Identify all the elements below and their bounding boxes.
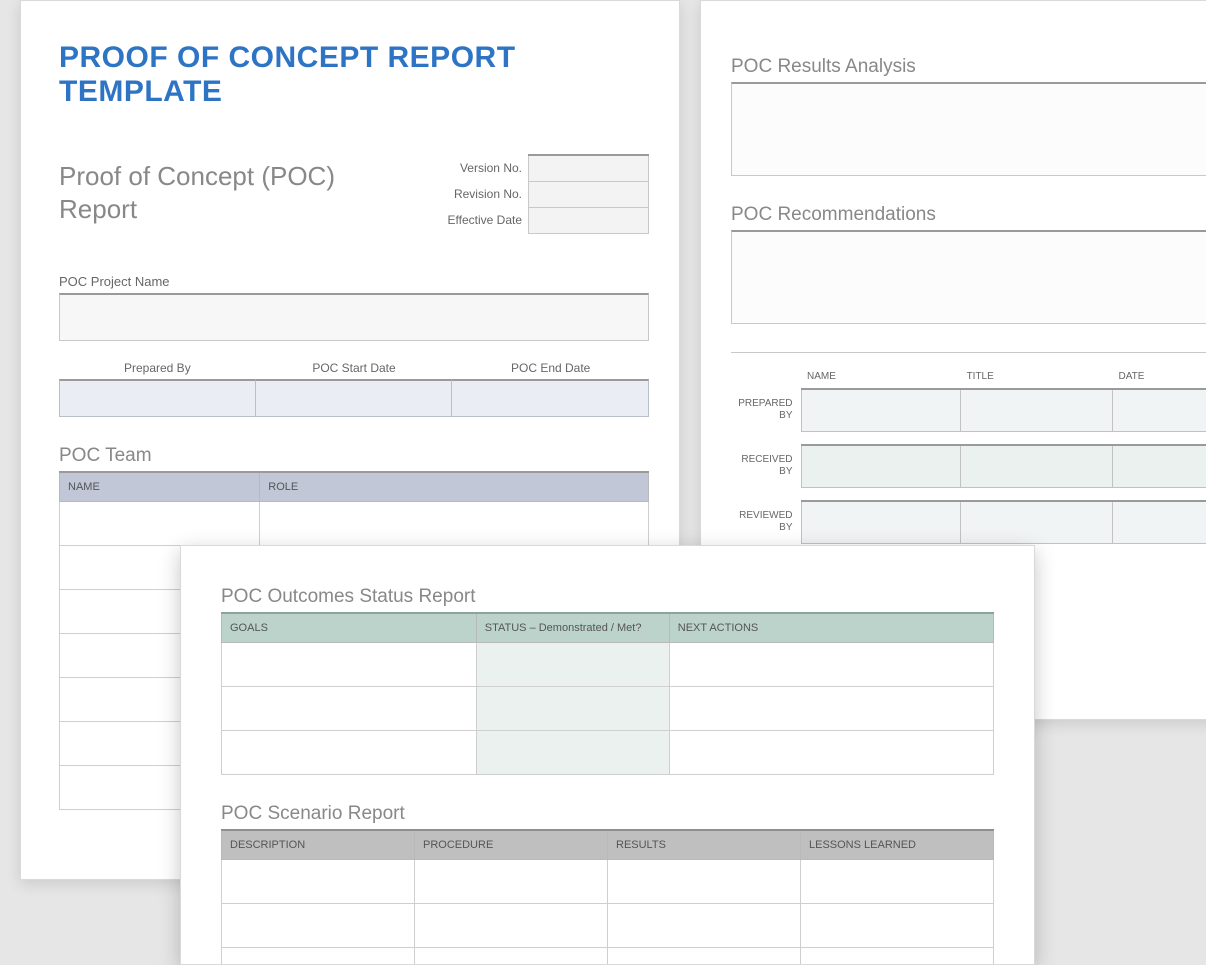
team-cell[interactable]	[60, 501, 260, 545]
team-cell[interactable]	[260, 501, 649, 545]
results-section-heading: POC Results Analysis	[731, 56, 1206, 78]
divider	[731, 352, 1206, 353]
outcomes-header-next: NEXT ACTIONS	[669, 613, 993, 643]
poc-template-page-3: POC Outcomes Status Report GOALS STATUS …	[180, 545, 1035, 965]
sig-input[interactable]	[801, 501, 961, 543]
outcomes-section-heading: POC Outcomes Status Report	[221, 586, 994, 608]
recommendations-input[interactable]	[731, 230, 1206, 324]
scenario-cell[interactable]	[801, 904, 994, 948]
sig-header-date: DATE	[1112, 371, 1206, 389]
sig-header-title: TITLE	[961, 371, 1113, 389]
scenario-section-heading: POC Scenario Report	[221, 803, 994, 825]
sig-input[interactable]	[1112, 389, 1206, 431]
document-title: PROOF OF CONCEPT REPORT TEMPLATE	[59, 41, 649, 109]
document-meta-table: Version No. Revision No. Effective Date	[448, 154, 649, 234]
end-date-input[interactable]	[452, 379, 649, 417]
outcomes-cell[interactable]	[669, 643, 993, 687]
team-header-name: NAME	[60, 472, 260, 502]
scenario-cell[interactable]	[222, 948, 415, 965]
scenario-header-lessons: LESSONS LEARNED	[801, 830, 994, 860]
sig-row-prepared-label: PREPARED BY	[731, 389, 801, 431]
start-date-input[interactable]	[256, 379, 453, 417]
scenario-cell[interactable]	[222, 904, 415, 948]
sig-input[interactable]	[1112, 501, 1206, 543]
version-label: Version No.	[448, 155, 529, 181]
scenario-header-proc: PROCEDURE	[415, 830, 608, 860]
outcomes-cell[interactable]	[222, 687, 477, 731]
start-date-label: POC Start Date	[256, 361, 453, 375]
end-date-label: POC End Date	[452, 361, 649, 375]
results-analysis-input[interactable]	[731, 82, 1206, 176]
recs-section-heading: POC Recommendations	[731, 204, 1206, 226]
sig-row-reviewed-label: REVIEWED BY	[731, 501, 801, 543]
outcomes-header-goals: GOALS	[222, 613, 477, 643]
scenario-table: DESCRIPTION PROCEDURE RESULTS LESSONS LE…	[221, 829, 994, 965]
outcomes-cell[interactable]	[476, 731, 669, 775]
outcomes-cell[interactable]	[222, 731, 477, 775]
outcomes-table: GOALS STATUS – Demonstrated / Met? NEXT …	[221, 612, 994, 775]
scenario-cell[interactable]	[801, 860, 994, 904]
sig-input[interactable]	[961, 501, 1113, 543]
scenario-cell[interactable]	[415, 860, 608, 904]
revision-label: Revision No.	[448, 181, 529, 207]
sig-input[interactable]	[801, 445, 961, 487]
team-header-role: ROLE	[260, 472, 649, 502]
document-subtitle: Proof of Concept (POC) Report	[59, 160, 418, 225]
effective-date-input[interactable]	[529, 207, 649, 233]
team-section-heading: POC Team	[59, 445, 649, 467]
scenario-cell[interactable]	[415, 904, 608, 948]
project-name-label: POC Project Name	[59, 274, 649, 289]
sig-input[interactable]	[961, 389, 1113, 431]
signoff-table: NAME TITLE DATE PREPARED BY RECEIVED BY …	[731, 371, 1206, 544]
scenario-cell[interactable]	[415, 948, 608, 965]
version-input[interactable]	[529, 155, 649, 181]
sig-row-received-label: RECEIVED BY	[731, 445, 801, 487]
scenario-cell[interactable]	[222, 860, 415, 904]
sig-input[interactable]	[1112, 445, 1206, 487]
project-name-input[interactable]	[59, 293, 649, 341]
scenario-header-results: RESULTS	[608, 830, 801, 860]
scenario-cell[interactable]	[608, 904, 801, 948]
outcomes-cell[interactable]	[669, 687, 993, 731]
outcomes-cell[interactable]	[476, 687, 669, 731]
outcomes-header-status: STATUS – Demonstrated / Met?	[476, 613, 669, 643]
scenario-header-desc: DESCRIPTION	[222, 830, 415, 860]
scenario-cell[interactable]	[801, 948, 994, 965]
outcomes-cell[interactable]	[476, 643, 669, 687]
prepared-by-input[interactable]	[59, 379, 256, 417]
prepared-by-label: Prepared By	[59, 361, 256, 375]
outcomes-cell[interactable]	[222, 643, 477, 687]
sig-input[interactable]	[801, 389, 961, 431]
sig-input[interactable]	[961, 445, 1113, 487]
revision-input[interactable]	[529, 181, 649, 207]
sig-header-name: NAME	[801, 371, 961, 389]
scenario-cell[interactable]	[608, 860, 801, 904]
effective-date-label: Effective Date	[448, 207, 529, 233]
scenario-cell[interactable]	[608, 948, 801, 965]
outcomes-cell[interactable]	[669, 731, 993, 775]
